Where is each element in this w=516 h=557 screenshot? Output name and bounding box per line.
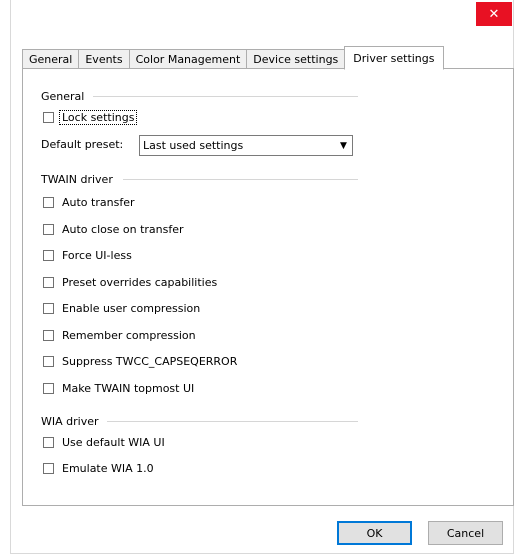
- select-value: Last used settings: [143, 139, 244, 152]
- checkbox-label: Auto close on transfer: [62, 223, 184, 236]
- auto-close-checkbox[interactable]: Auto close on transfer: [43, 223, 184, 236]
- checkbox-box[interactable]: [43, 112, 54, 123]
- force-ui-less-checkbox[interactable]: Force UI-less: [43, 249, 132, 262]
- checkbox-box[interactable]: [43, 277, 54, 288]
- suppress-capseqerror-checkbox[interactable]: Suppress TWCC_CAPSEQERROR: [43, 355, 237, 368]
- checkbox-box[interactable]: [43, 250, 54, 261]
- checkbox-label: Preset overrides capabilities: [62, 276, 218, 289]
- checkbox-box[interactable]: [43, 224, 54, 235]
- dropdown-arrow-icon[interactable]: ▼: [335, 136, 352, 155]
- emulate-wia-checkbox[interactable]: Emulate WIA 1.0: [43, 462, 154, 475]
- group-title-general: General: [41, 90, 85, 103]
- checkbox-box[interactable]: [43, 437, 54, 448]
- group-divider: [123, 179, 358, 180]
- auto-transfer-checkbox[interactable]: Auto transfer: [43, 196, 134, 209]
- enable-compression-checkbox[interactable]: Enable user compression: [43, 302, 200, 315]
- tab-bar: General Events Color Management Device s…: [22, 46, 444, 70]
- twain-topmost-checkbox[interactable]: Make TWAIN topmost UI: [43, 382, 194, 395]
- checkbox-box[interactable]: [43, 463, 54, 474]
- checkbox-label: Enable user compression: [62, 302, 201, 315]
- group-divider: [93, 96, 358, 97]
- tab-general[interactable]: General: [22, 49, 79, 69]
- tab-events[interactable]: Events: [78, 49, 129, 69]
- group-divider: [107, 421, 358, 422]
- checkbox-box[interactable]: [43, 197, 54, 208]
- checkbox-box[interactable]: [43, 330, 54, 341]
- checkbox-label: Lock settings: [59, 110, 138, 125]
- checkbox-label: Suppress TWCC_CAPSEQERROR: [62, 355, 238, 368]
- checkbox-box[interactable]: [43, 303, 54, 314]
- checkbox-label: Emulate WIA 1.0: [62, 462, 154, 475]
- tab-driver-settings[interactable]: Driver settings: [344, 46, 444, 70]
- remember-compression-checkbox[interactable]: Remember compression: [43, 329, 196, 342]
- close-button[interactable]: ✕: [476, 2, 512, 26]
- driver-settings-panel: General Lock settings Default preset: La…: [22, 68, 514, 506]
- checkbox-label: Auto transfer: [62, 196, 135, 209]
- preset-overrides-checkbox[interactable]: Preset overrides capabilities: [43, 276, 217, 289]
- default-wia-ui-checkbox[interactable]: Use default WIA UI: [43, 436, 165, 449]
- checkbox-label: Use default WIA UI: [62, 436, 165, 449]
- ok-button[interactable]: OK: [337, 521, 412, 545]
- tab-device-settings[interactable]: Device settings: [246, 49, 346, 69]
- dialog-window: ✕ General Events Color Management Device…: [10, 0, 514, 554]
- cancel-button[interactable]: Cancel: [428, 521, 503, 545]
- checkbox-label: Remember compression: [62, 329, 196, 342]
- lock-settings-checkbox[interactable]: Lock settings: [43, 110, 138, 125]
- default-preset-select[interactable]: Last used settings ▼: [139, 135, 353, 156]
- checkbox-label: Make TWAIN topmost UI: [62, 382, 195, 395]
- group-title-wia: WIA driver: [41, 415, 99, 428]
- checkbox-box[interactable]: [43, 356, 54, 367]
- default-preset-label: Default preset:: [41, 138, 124, 151]
- checkbox-box[interactable]: [43, 383, 54, 394]
- tab-color-management[interactable]: Color Management: [128, 49, 247, 69]
- group-title-twain: TWAIN driver: [41, 173, 113, 186]
- checkbox-label: Force UI-less: [62, 249, 132, 262]
- close-icon: ✕: [488, 6, 500, 22]
